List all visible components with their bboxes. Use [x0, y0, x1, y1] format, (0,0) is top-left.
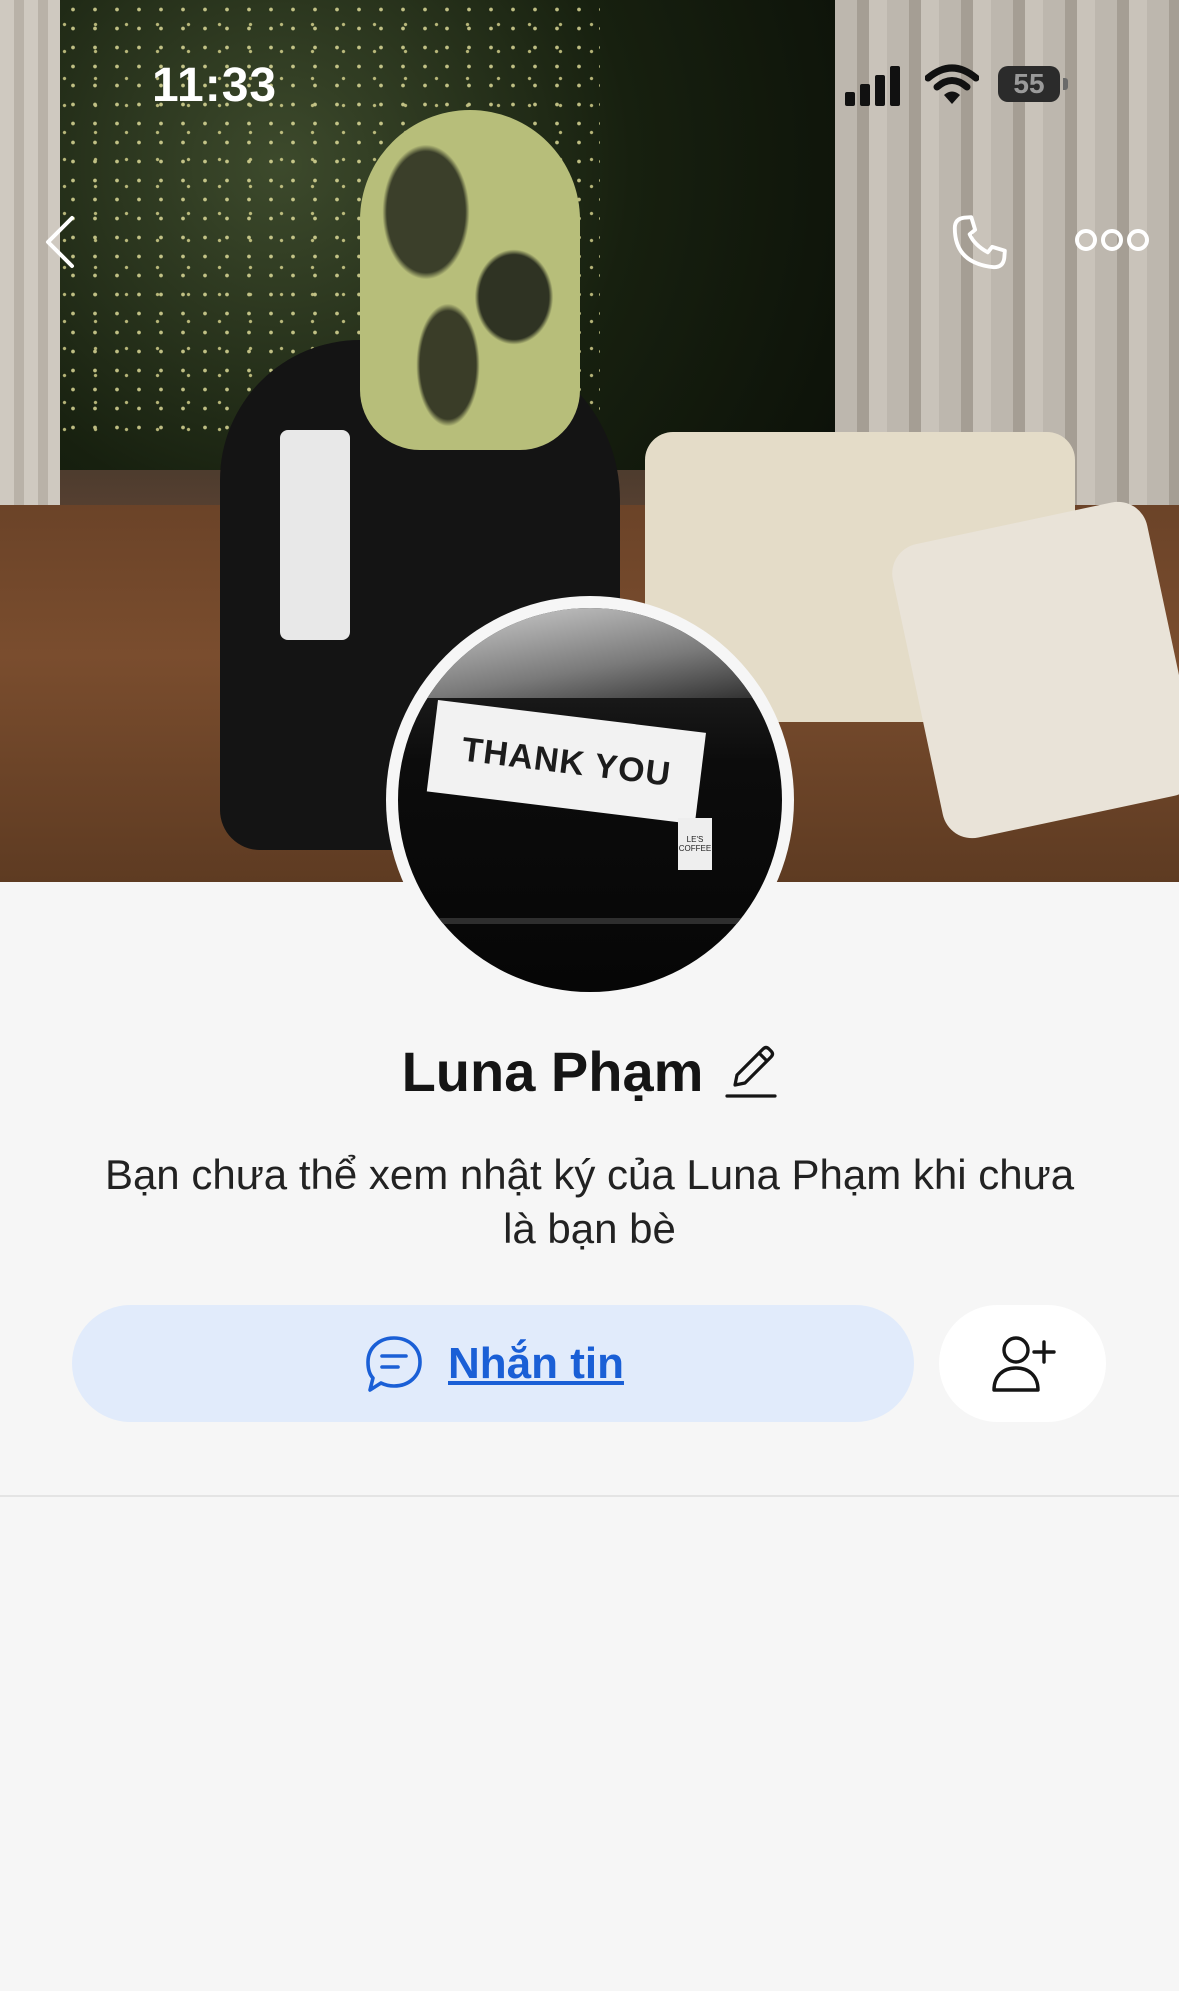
avatar-sign: THANK YOU	[426, 700, 706, 825]
wifi-icon	[925, 64, 979, 104]
pencil-icon	[725, 1045, 778, 1098]
avatar-small-sign-text: LE'S COFFEE	[678, 835, 712, 853]
cover-person-print	[280, 430, 350, 640]
more-options-button[interactable]	[1074, 218, 1150, 262]
status-time: 11:33	[152, 59, 278, 112]
cellular-signal-icon	[845, 66, 900, 106]
message-button[interactable]: Nhắn tin	[72, 1305, 914, 1422]
status-bar: 11:33 55	[0, 0, 1179, 112]
battery-tip	[1063, 78, 1068, 90]
avatar[interactable]: THANK YOU LE'S COFFEE	[398, 608, 782, 992]
call-button[interactable]	[944, 208, 1014, 278]
phone-icon	[952, 215, 1007, 270]
chevron-left-icon	[46, 216, 74, 268]
add-user-icon	[991, 1335, 1056, 1392]
avatar-sign-text: THANK YOU	[459, 729, 674, 794]
avatar-small-sign: LE'S COFFEE	[678, 818, 712, 870]
chat-bubble-icon	[366, 1335, 422, 1392]
avatar-rail	[398, 918, 782, 924]
more-horizontal-icon	[1075, 229, 1149, 251]
diary-restriction-notice: Bạn chưa thể xem nhật ký của Luna Phạm k…	[104, 1151, 1075, 1252]
message-button-label: Nhắn tin	[448, 1338, 624, 1388]
add-friend-button[interactable]	[939, 1305, 1106, 1422]
profile-name: Luna Phạm	[401, 1039, 704, 1103]
profile-name-row: Luna Phạm	[0, 1034, 1179, 1108]
cover-person-hood	[360, 110, 580, 450]
back-button[interactable]	[38, 210, 82, 274]
avatar-ceiling	[398, 608, 782, 698]
battery-indicator: 55	[998, 66, 1060, 102]
section-divider	[0, 1495, 1179, 1497]
edit-name-button[interactable]	[725, 1041, 778, 1101]
